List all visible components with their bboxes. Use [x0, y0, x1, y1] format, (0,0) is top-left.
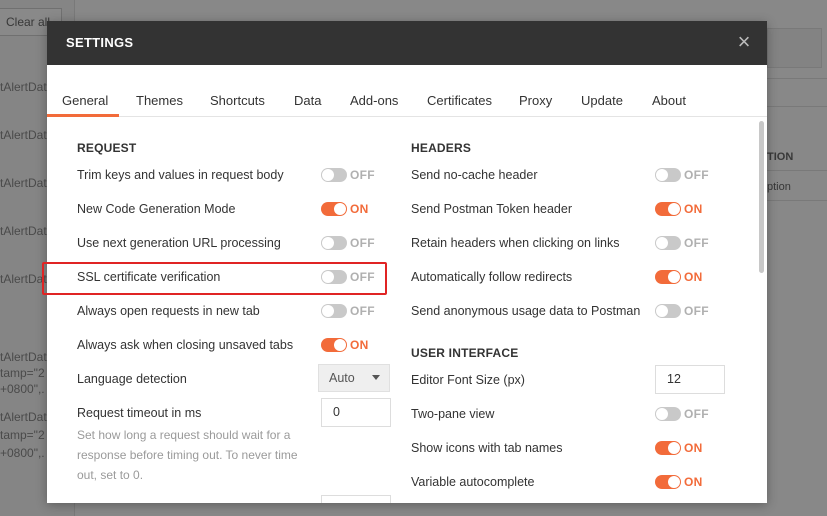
next-setting-input[interactable]	[321, 495, 391, 503]
tab-icons-label: Show icons with tab names	[411, 441, 563, 455]
modal-header: SETTINGS ×	[47, 21, 767, 65]
variable-autocomplete-state: ON	[684, 475, 703, 489]
request-section-title: REQUEST	[77, 141, 137, 155]
tab-certificates[interactable]: Certificates	[427, 93, 492, 108]
retain-headers-state: OFF	[684, 236, 709, 250]
open-new-tab-label: Always open requests in new tab	[77, 304, 260, 318]
open-new-tab-state: OFF	[350, 304, 375, 318]
no-cache-label: Send no-cache header	[411, 168, 538, 182]
request-timeout-input[interactable]: 0	[321, 398, 391, 427]
two-pane-label: Two-pane view	[411, 407, 495, 421]
editor-font-size-label: Editor Font Size (px)	[411, 373, 525, 387]
tab-shortcuts[interactable]: Shortcuts	[210, 93, 265, 108]
url-processing-toggle[interactable]	[321, 236, 347, 250]
two-pane-toggle[interactable]	[655, 407, 681, 421]
postman-token-toggle[interactable]	[655, 202, 681, 216]
code-generation-toggle[interactable]	[321, 202, 347, 216]
ssl-highlight-annotation	[42, 262, 387, 295]
url-processing-label: Use next generation URL processing	[77, 236, 281, 250]
modal-title: SETTINGS	[66, 35, 134, 50]
follow-redirects-state: ON	[684, 270, 703, 284]
code-generation-state: ON	[350, 202, 369, 216]
ask-closing-toggle[interactable]	[321, 338, 347, 352]
trim-keys-toggle[interactable]	[321, 168, 347, 182]
usage-data-toggle[interactable]	[655, 304, 681, 318]
chevron-down-icon	[372, 375, 380, 380]
variable-autocomplete-toggle[interactable]	[655, 475, 681, 489]
usage-data-state: OFF	[684, 304, 709, 318]
headers-section-title: HEADERS	[411, 141, 472, 155]
tab-update[interactable]: Update	[581, 93, 623, 108]
open-new-tab-toggle[interactable]	[321, 304, 347, 318]
scrollbar[interactable]	[759, 121, 764, 273]
close-icon[interactable]: ×	[733, 31, 755, 53]
user-interface-section-title: USER INTERFACE	[411, 346, 519, 360]
no-cache-state: OFF	[684, 168, 709, 182]
trim-keys-label: Trim keys and values in request body	[77, 168, 284, 182]
url-processing-state: OFF	[350, 236, 375, 250]
follow-redirects-label: Automatically follow redirects	[411, 270, 573, 284]
active-tab-indicator	[47, 114, 119, 117]
ask-closing-state: ON	[350, 338, 369, 352]
settings-tabs: General Themes Shortcuts Data Add-ons Ce…	[47, 88, 767, 117]
retain-headers-toggle[interactable]	[655, 236, 681, 250]
language-detection-value: Auto	[329, 371, 355, 385]
variable-autocomplete-label: Variable autocomplete	[411, 475, 535, 489]
request-timeout-label: Request timeout in ms	[77, 406, 202, 420]
tab-about[interactable]: About	[652, 93, 686, 108]
editor-font-size-input[interactable]: 12	[655, 365, 725, 394]
tab-add-ons[interactable]: Add-ons	[350, 93, 398, 108]
tab-general[interactable]: General	[62, 93, 108, 108]
code-generation-label: New Code Generation Mode	[77, 202, 236, 216]
language-detection-label: Language detection	[77, 372, 187, 386]
two-pane-state: OFF	[684, 407, 709, 421]
request-timeout-help: Set how long a request should wait for a…	[77, 428, 298, 482]
tab-proxy[interactable]: Proxy	[519, 93, 552, 108]
retain-headers-label: Retain headers when clicking on links	[411, 236, 620, 250]
tab-data[interactable]: Data	[294, 93, 321, 108]
tab-icons-toggle[interactable]	[655, 441, 681, 455]
usage-data-label: Send anonymous usage data to Postman	[411, 304, 641, 318]
ask-closing-label: Always ask when closing unsaved tabs	[77, 338, 294, 352]
postman-token-state: ON	[684, 202, 703, 216]
postman-token-label: Send Postman Token header	[411, 202, 572, 216]
no-cache-toggle[interactable]	[655, 168, 681, 182]
follow-redirects-toggle[interactable]	[655, 270, 681, 284]
language-detection-select[interactable]: Auto	[318, 364, 390, 392]
trim-keys-state: OFF	[350, 168, 375, 182]
tab-themes[interactable]: Themes	[136, 93, 183, 108]
tab-icons-state: ON	[684, 441, 703, 455]
